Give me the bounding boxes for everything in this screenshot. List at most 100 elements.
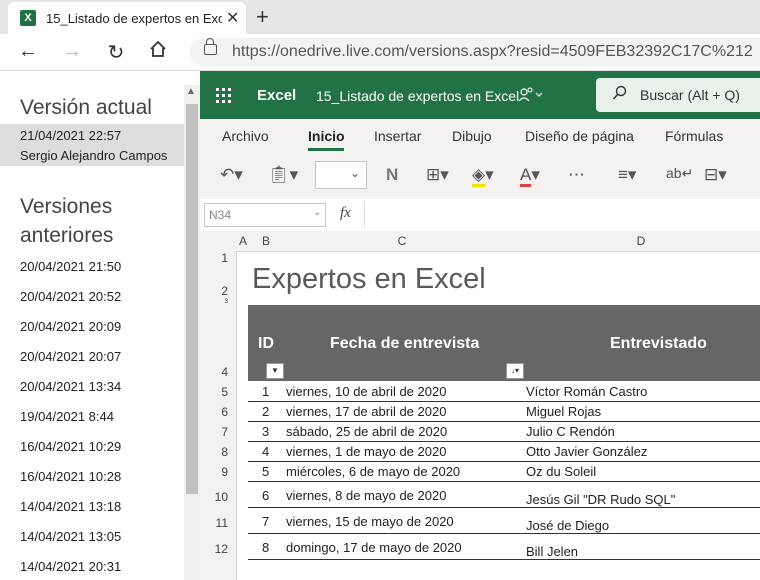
version-item[interactable]: 14/04/2021 13:18: [20, 499, 121, 514]
cell-id[interactable]: 8: [262, 540, 269, 555]
tab-formulas[interactable]: Fórmulas: [665, 128, 723, 144]
cell-name[interactable]: Oz du Soleil: [526, 464, 596, 479]
cell-id[interactable]: 4: [262, 444, 269, 459]
borders-icon[interactable]: ⊞▾: [426, 165, 449, 185]
cell-id[interactable]: 1: [262, 384, 269, 399]
cell-name[interactable]: Otto Javier González: [526, 444, 647, 459]
row-header[interactable]: 12: [200, 542, 228, 556]
row-header[interactable]: 11: [200, 516, 228, 530]
app-launcher-icon[interactable]: [216, 88, 232, 104]
cell-id[interactable]: 2: [262, 404, 269, 419]
cell-name[interactable]: Miguel Rojas: [526, 404, 601, 419]
table-row[interactable]: 3 sábado, 25 de abril de 2020 Julio C Rend…: [248, 421, 760, 442]
filter-dropdown-icon[interactable]: ▼: [266, 363, 284, 379]
cell-id[interactable]: 7: [262, 514, 269, 529]
cell-date[interactable]: viernes, 15 de mayo de 2020: [286, 514, 454, 529]
row-header[interactable]: 6: [200, 405, 228, 419]
scroll-up-icon[interactable]: ▲: [186, 86, 196, 97]
cell-date[interactable]: miércoles, 6 de mayo de 2020: [286, 464, 460, 479]
cell-date[interactable]: viernes, 17 de abril de 2020: [286, 404, 446, 419]
cell-name[interactable]: Jesús Gil "DR Rudo SQL": [526, 492, 675, 507]
font-color-icon[interactable]: A▾: [520, 165, 540, 187]
version-item[interactable]: 20/04/2021 20:09: [20, 319, 121, 334]
row-header[interactable]: 7: [200, 425, 228, 439]
search-box[interactable]: Buscar (Alt + Q): [596, 78, 760, 112]
bold-button[interactable]: N: [386, 165, 398, 185]
cell-date[interactable]: domingo, 17 de mayo de 2020: [286, 540, 462, 555]
tab-archivo[interactable]: Archivo: [222, 128, 269, 144]
tab-diseno-pagina[interactable]: Diseño de página: [525, 128, 634, 144]
url-field[interactable]: https://onedrive.live.com/versions.aspx?…: [190, 38, 760, 66]
table-row[interactable]: 6 viernes, 8 de mayo de 2020 Jesús Gil "DR…: [248, 481, 760, 508]
refresh-icon[interactable]: ↻: [104, 40, 128, 65]
cell-id[interactable]: 6: [262, 488, 269, 503]
sheet-title[interactable]: Expertos en Excel: [252, 263, 486, 296]
header-date[interactable]: Fecha de entrevista: [330, 335, 479, 353]
table-row[interactable]: 2 viernes, 17 de abril de 2020 Miguel Roja…: [248, 401, 760, 422]
cell-date[interactable]: viernes, 1 de mayo de 2020: [286, 444, 446, 459]
row-header[interactable]: 4: [200, 365, 228, 379]
more-options-icon[interactable]: ⋯: [568, 165, 585, 185]
version-item[interactable]: 16/04/2021 10:28: [20, 469, 121, 484]
merge-icon[interactable]: ⊟▾: [704, 165, 727, 185]
excel-brand[interactable]: Excel: [257, 87, 296, 104]
version-item[interactable]: 16/04/2021 10:29: [20, 439, 121, 454]
cell-name[interactable]: Bill Jelen: [526, 544, 578, 559]
version-item[interactable]: 14/04/2021 13:05: [20, 529, 121, 544]
back-arrow-icon[interactable]: ←: [16, 40, 40, 63]
file-name[interactable]: 15_Listado de expertos en Excel: [316, 88, 519, 104]
row-header[interactable]: 10: [200, 490, 228, 504]
column-header-d[interactable]: D: [522, 234, 760, 248]
version-item[interactable]: 19/04/2021 8:44: [20, 409, 114, 424]
undo-icon[interactable]: ↶▾: [220, 165, 243, 185]
new-tab-button[interactable]: +: [256, 4, 269, 30]
column-header-b[interactable]: B: [250, 234, 282, 248]
cell-name[interactable]: Julio C Rendón: [526, 424, 615, 439]
fill-color-icon[interactable]: ◈▾: [472, 165, 494, 187]
scrollbar-thumb[interactable]: [186, 104, 198, 494]
table-row[interactable]: 1 viernes, 10 de abril de 2020 Víctor Romá…: [248, 381, 760, 402]
row-header[interactable]: 8: [200, 445, 228, 459]
version-item[interactable]: 20/04/2021 20:52: [20, 289, 121, 304]
row-header[interactable]: 1: [200, 251, 228, 265]
tab-insertar[interactable]: Insertar: [374, 128, 421, 144]
wrap-text-icon[interactable]: ab↵: [666, 165, 693, 182]
table-row[interactable]: 8 domingo, 17 de mayo de 2020 Bill Jelen: [248, 533, 760, 560]
browser-tab[interactable]: X 15_Listado de expertos en Excel.x ✕: [8, 2, 246, 34]
cell-date[interactable]: viernes, 10 de abril de 2020: [286, 384, 446, 399]
row-header[interactable]: 3: [200, 299, 228, 305]
cell-id[interactable]: 3: [262, 424, 269, 439]
version-item[interactable]: 14/04/2021 20:31: [20, 559, 121, 574]
version-item[interactable]: 20/04/2021 20:07: [20, 349, 121, 364]
tab-dibujo[interactable]: Dibujo: [452, 128, 492, 144]
table-row[interactable]: 4 viernes, 1 de mayo de 2020 Otto Javier G…: [248, 441, 760, 462]
row-header[interactable]: 9: [200, 465, 228, 479]
cell-date[interactable]: sábado, 25 de abril de 2020: [286, 424, 447, 439]
forward-arrow-icon[interactable]: →: [60, 40, 84, 63]
font-size-select[interactable]: ⌄: [315, 161, 367, 189]
header-name[interactable]: Entrevistado: [610, 335, 707, 353]
column-header-c[interactable]: C: [282, 234, 522, 248]
paste-icon[interactable]: 📋︎▾: [268, 165, 298, 185]
function-icon[interactable]: fx: [340, 205, 351, 222]
align-icon[interactable]: ≡▾: [618, 165, 636, 185]
home-icon[interactable]: [146, 40, 170, 64]
table-row[interactable]: 7 viernes, 15 de mayo de 2020 José de Dieg…: [248, 507, 760, 534]
row-header[interactable]: 2: [200, 284, 228, 298]
cell-date[interactable]: viernes, 8 de mayo de 2020: [286, 488, 446, 503]
header-id[interactable]: ID: [258, 335, 274, 353]
close-icon[interactable]: ✕: [226, 8, 239, 28]
cell-name[interactable]: José de Diego: [526, 518, 609, 533]
version-item[interactable]: 20/04/2021 13:34: [20, 379, 121, 394]
cell-name[interactable]: Víctor Román Castro: [526, 384, 647, 399]
column-header-a[interactable]: A: [236, 234, 250, 248]
name-box[interactable]: N34 ⌄: [204, 203, 326, 227]
sort-filter-icon[interactable]: ↓▾: [506, 363, 524, 379]
current-version-item[interactable]: 21/04/2021 22:57 Sergio Alejandro Campos: [0, 124, 184, 166]
formula-input[interactable]: [364, 201, 760, 227]
version-item[interactable]: 20/04/2021 21:50: [20, 259, 121, 274]
people-icon[interactable]: [518, 87, 544, 106]
tab-inicio[interactable]: Inicio: [308, 128, 345, 144]
row-header[interactable]: 5: [200, 385, 228, 399]
table-row[interactable]: 5 miércoles, 6 de mayo de 2020 Oz du Solei…: [248, 461, 760, 482]
